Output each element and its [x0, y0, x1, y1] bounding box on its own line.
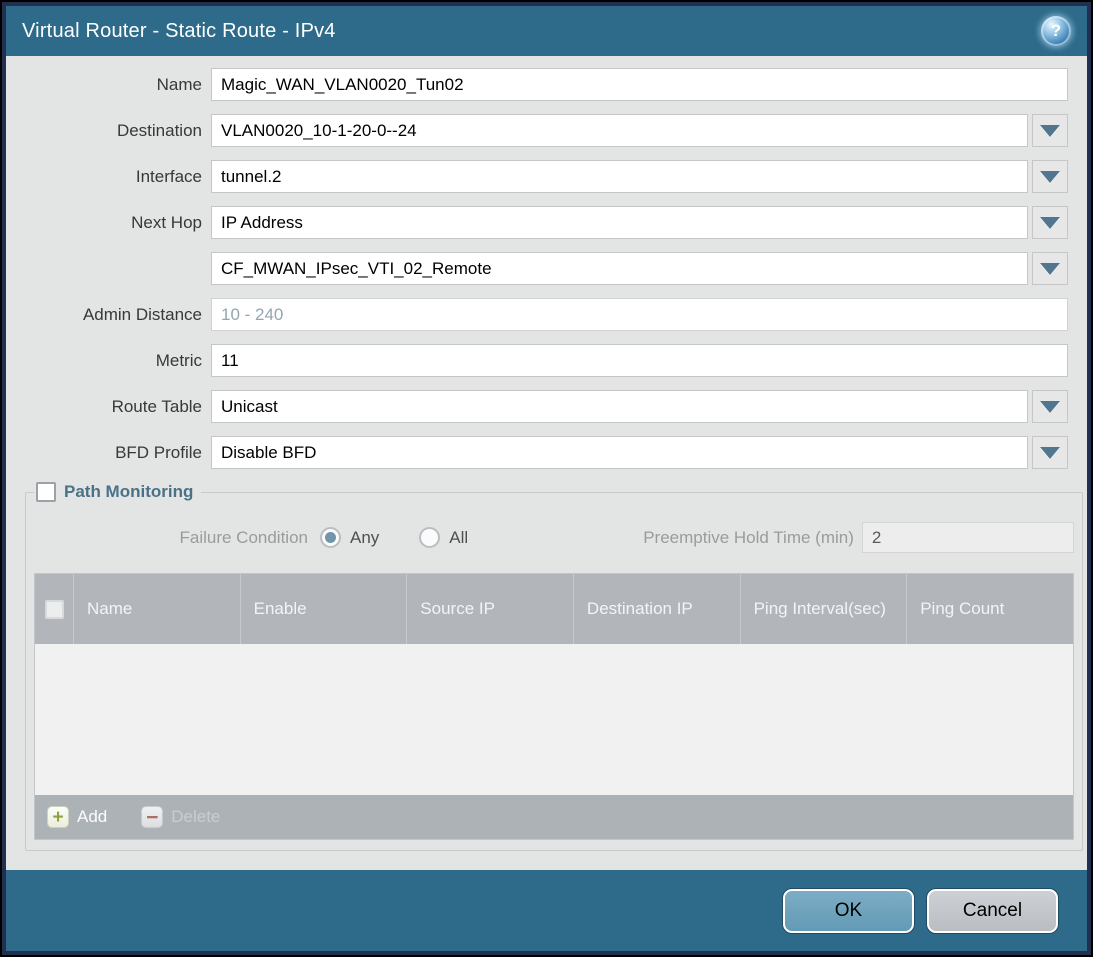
path-monitoring-legend: Path Monitoring — [34, 482, 201, 502]
row-metric: Metric — [25, 344, 1068, 377]
preemptive-hold-time-input[interactable] — [862, 522, 1074, 553]
help-icon[interactable]: ? — [1041, 16, 1071, 46]
interface-input[interactable] — [211, 160, 1028, 193]
dialog-title: Virtual Router - Static Route - IPv4 — [22, 20, 336, 43]
row-route-table: Route Table — [25, 390, 1068, 423]
next-hop-type-input[interactable] — [211, 206, 1028, 239]
window-frame: Virtual Router - Static Route - IPv4 ? N… — [0, 0, 1093, 957]
column-header-name[interactable]: Name — [73, 574, 240, 644]
table-select-all-cell — [35, 574, 73, 644]
dialog-titlebar: Virtual Router - Static Route - IPv4 ? — [6, 6, 1087, 56]
next-hop-address-input[interactable] — [211, 252, 1028, 285]
name-input[interactable] — [211, 68, 1068, 101]
failure-condition-any-option[interactable]: Any — [320, 527, 379, 548]
dialog-footer: OK Cancel — [6, 870, 1087, 951]
next-hop-address-dropdown-button[interactable] — [1032, 252, 1068, 285]
radio-any[interactable] — [320, 527, 341, 548]
ok-button[interactable]: OK — [783, 889, 914, 933]
row-interface: Interface — [25, 160, 1068, 193]
delete-button[interactable]: − Delete — [141, 806, 220, 828]
route-table-label: Route Table — [25, 397, 211, 417]
chevron-down-icon — [1040, 263, 1060, 275]
destination-label: Destination — [25, 121, 211, 141]
destination-input[interactable] — [211, 114, 1028, 147]
cancel-button[interactable]: Cancel — [927, 889, 1058, 933]
row-next-hop-address — [25, 252, 1068, 285]
metric-input[interactable] — [211, 344, 1068, 377]
column-header-ping-interval[interactable]: Ping Interval(sec) — [740, 574, 907, 644]
next-hop-dropdown-button[interactable] — [1032, 206, 1068, 239]
table-action-bar: + Add − Delete — [35, 795, 1073, 839]
chevron-down-icon — [1040, 401, 1060, 413]
dialog-content: Name Destination Interface — [6, 56, 1087, 870]
chevron-down-icon — [1040, 447, 1060, 459]
interface-dropdown-button[interactable] — [1032, 160, 1068, 193]
admin-distance-input[interactable] — [211, 298, 1068, 331]
bfd-profile-dropdown-button[interactable] — [1032, 436, 1068, 469]
row-bfd-profile: BFD Profile — [25, 436, 1068, 469]
failure-condition-label: Failure Condition — [34, 528, 320, 548]
table-body-empty — [35, 644, 1073, 795]
radio-any-label: Any — [350, 528, 379, 548]
column-header-ping-count[interactable]: Ping Count — [906, 574, 1073, 644]
row-destination: Destination — [25, 114, 1068, 147]
path-monitoring-group: Path Monitoring Failure Condition Any Al… — [25, 482, 1083, 851]
path-monitoring-title: Path Monitoring — [64, 482, 193, 502]
row-next-hop: Next Hop — [25, 206, 1068, 239]
row-admin-distance: Admin Distance — [25, 298, 1068, 331]
path-monitoring-table: Name Enable Source IP Destination IP Pin… — [34, 573, 1074, 840]
route-table-input[interactable] — [211, 390, 1028, 423]
radio-all-label: All — [449, 528, 468, 548]
column-header-enable[interactable]: Enable — [240, 574, 407, 644]
column-header-destination-ip[interactable]: Destination IP — [573, 574, 740, 644]
preemptive-hold-time-label: Preemptive Hold Time (min) — [643, 528, 854, 548]
chevron-down-icon — [1040, 171, 1060, 183]
bfd-profile-input[interactable] — [211, 436, 1028, 469]
failure-condition-row: Failure Condition Any All Preemptive Hol… — [34, 522, 1074, 553]
route-table-dropdown-button[interactable] — [1032, 390, 1068, 423]
add-button-label: Add — [77, 807, 107, 827]
interface-label: Interface — [25, 167, 211, 187]
destination-dropdown-button[interactable] — [1032, 114, 1068, 147]
next-hop-label: Next Hop — [25, 213, 211, 233]
admin-distance-label: Admin Distance — [25, 305, 211, 325]
chevron-down-icon — [1040, 217, 1060, 229]
add-button[interactable]: + Add — [47, 806, 107, 828]
path-monitoring-checkbox[interactable] — [36, 482, 56, 502]
table-header-row: Name Enable Source IP Destination IP Pin… — [35, 574, 1073, 644]
name-label: Name — [25, 75, 211, 95]
delete-minus-icon: − — [141, 806, 163, 828]
radio-all[interactable] — [419, 527, 440, 548]
delete-button-label: Delete — [171, 807, 220, 827]
select-all-checkbox[interactable] — [45, 600, 64, 619]
bfd-profile-label: BFD Profile — [25, 443, 211, 463]
metric-label: Metric — [25, 351, 211, 371]
row-name: Name — [25, 68, 1068, 101]
failure-condition-all-option[interactable]: All — [419, 527, 468, 548]
add-plus-icon: + — [47, 806, 69, 828]
column-header-source-ip[interactable]: Source IP — [406, 574, 573, 644]
chevron-down-icon — [1040, 125, 1060, 137]
static-route-dialog: Virtual Router - Static Route - IPv4 ? N… — [6, 6, 1087, 951]
